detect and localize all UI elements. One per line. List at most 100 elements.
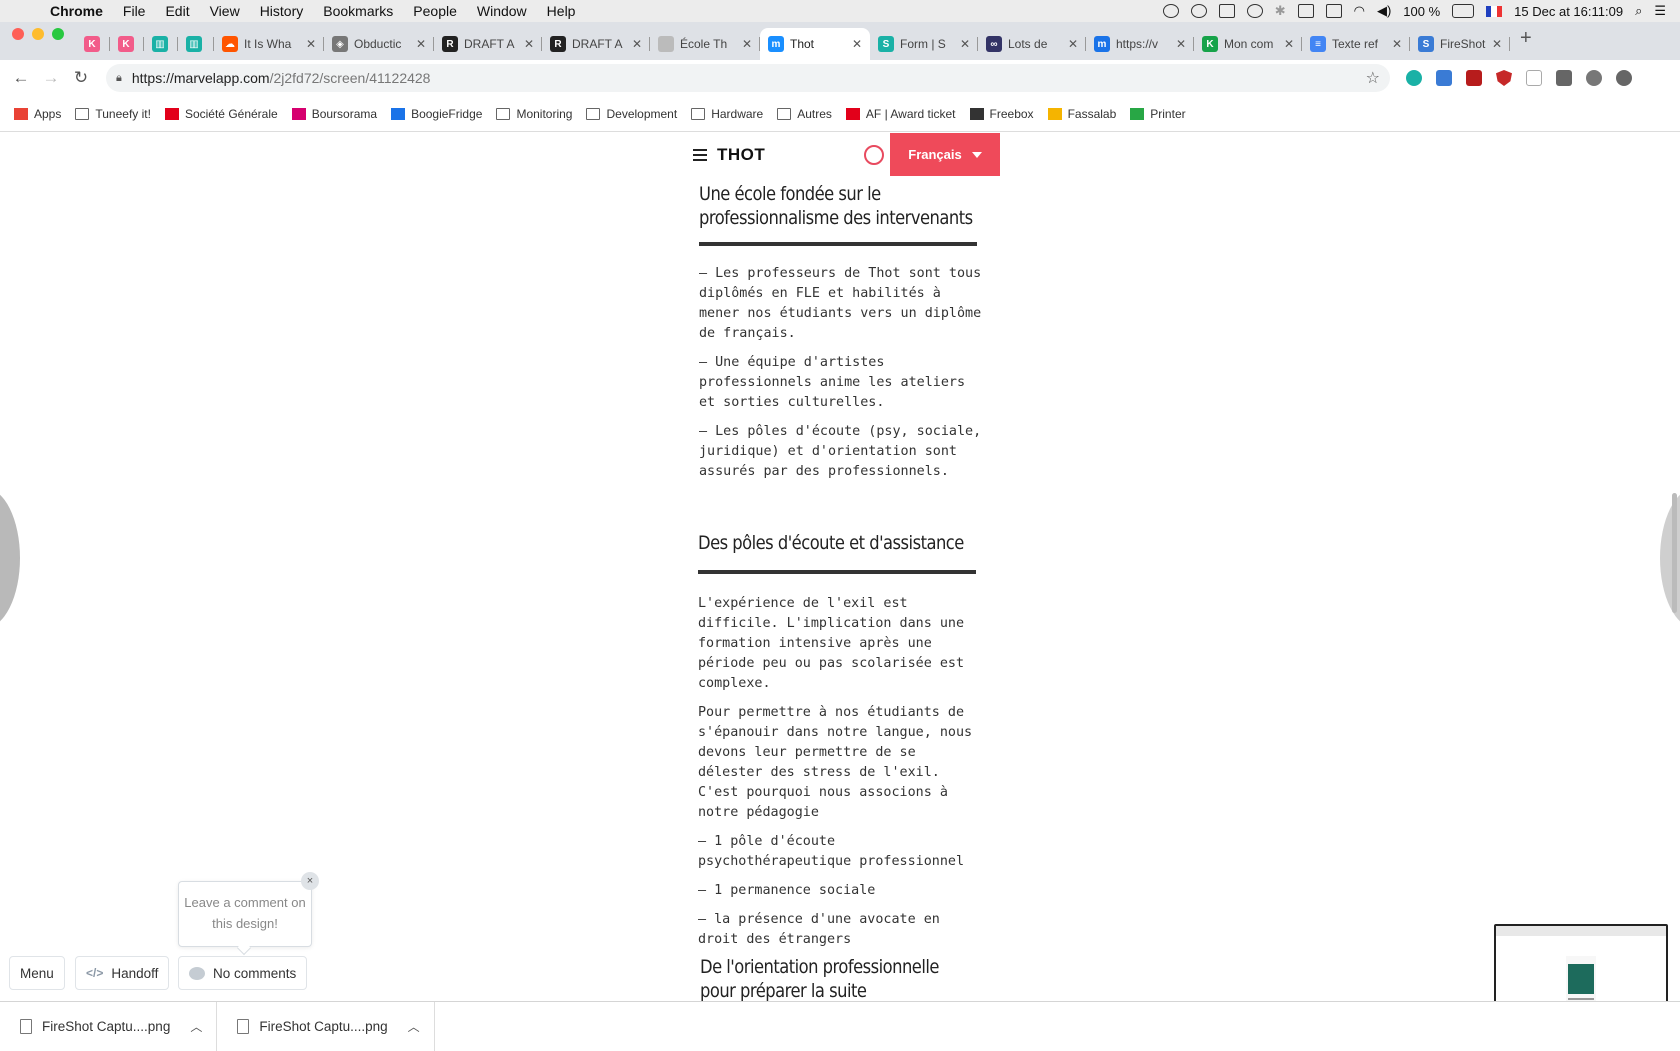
back-arrow-icon[interactable]: ← bbox=[6, 68, 36, 88]
browser-tab[interactable]: École Th ✕ bbox=[650, 28, 760, 60]
bookmark-item[interactable]: Fassalab bbox=[1047, 107, 1116, 121]
extension-s-icon[interactable] bbox=[1556, 70, 1572, 86]
battery-icon[interactable] bbox=[1452, 4, 1475, 18]
time-machine-icon[interactable] bbox=[1246, 4, 1263, 18]
menu-view[interactable]: View bbox=[200, 3, 250, 19]
marvel-menu-button[interactable]: Menu bbox=[9, 956, 65, 990]
clock[interactable]: 15 Dec at 16:11:09 bbox=[1514, 4, 1623, 19]
tab-favicon-icon: ☁ bbox=[222, 36, 238, 52]
language-selector[interactable]: Français bbox=[890, 133, 1000, 176]
browser-tab[interactable]: m Thot ✕ bbox=[760, 28, 870, 60]
close-tooltip-button[interactable]: × bbox=[301, 872, 319, 890]
airplay-icon[interactable] bbox=[1297, 4, 1314, 18]
close-tab-icon[interactable]: ✕ bbox=[1068, 37, 1078, 51]
browser-tab[interactable]: ▥ bbox=[144, 28, 178, 60]
scrollbar-thumb[interactable] bbox=[1672, 493, 1677, 613]
browser-tab[interactable]: ∞ Lots de ✕ bbox=[978, 28, 1086, 60]
bookmark-item[interactable]: Freebox bbox=[969, 107, 1034, 121]
address-bar[interactable]: 🔒︎ https://marvelapp.com/2j2fd72/screen/… bbox=[106, 64, 1390, 92]
zoom-window-button[interactable] bbox=[52, 28, 64, 40]
close-tab-icon[interactable]: ✕ bbox=[416, 37, 426, 51]
extension-badge-icon[interactable] bbox=[1466, 70, 1482, 86]
browser-tab[interactable]: m https://v ✕ bbox=[1086, 28, 1194, 60]
next-screen-handle[interactable] bbox=[1660, 488, 1680, 628]
close-tab-icon[interactable]: ✕ bbox=[742, 37, 752, 51]
close-tab-icon[interactable]: ✕ bbox=[1176, 37, 1186, 51]
minimize-window-button[interactable] bbox=[32, 28, 44, 40]
bookmark-item[interactable]: Monitoring bbox=[496, 107, 572, 121]
french-flag-icon[interactable] bbox=[1486, 5, 1503, 17]
site-logo[interactable]: THOT bbox=[717, 145, 765, 165]
spotlight-icon[interactable]: ⌕ bbox=[1635, 3, 1642, 19]
close-window-button[interactable] bbox=[12, 28, 24, 40]
handoff-button[interactable]: </> Handoff bbox=[75, 956, 170, 990]
close-tab-icon[interactable]: ✕ bbox=[1284, 37, 1294, 51]
browser-tab[interactable]: S FireShot ✕ bbox=[1410, 28, 1510, 60]
status-icon-3[interactable] bbox=[1218, 4, 1235, 18]
chevron-up-icon[interactable]: ︿ bbox=[408, 1018, 420, 1035]
status-icon-1[interactable] bbox=[1162, 4, 1179, 18]
tab-favicon-icon: ▥ bbox=[152, 36, 168, 52]
close-tab-icon[interactable]: ✕ bbox=[1492, 37, 1502, 51]
menu-help[interactable]: Help bbox=[537, 3, 586, 19]
bookmark-item[interactable]: Société Générale bbox=[164, 107, 278, 121]
browser-tab[interactable]: R DRAFT A ✕ bbox=[434, 28, 542, 60]
wifi-icon[interactable]: ◠ bbox=[1354, 3, 1365, 19]
menu-app-name[interactable]: Chrome bbox=[40, 3, 113, 19]
browser-tab[interactable]: ≡ Texte ref ✕ bbox=[1302, 28, 1410, 60]
bookmark-item[interactable]: Boursorama bbox=[291, 107, 377, 121]
bookmark-item[interactable]: AF | Award ticket bbox=[845, 106, 956, 121]
notification-center-icon[interactable]: ☰ bbox=[1654, 3, 1666, 19]
browser-tab[interactable]: K Mon com ✕ bbox=[1194, 28, 1302, 60]
close-tab-icon[interactable]: ✕ bbox=[306, 37, 316, 51]
menu-history[interactable]: History bbox=[250, 3, 314, 19]
bookmark-label: AF | Award ticket bbox=[865, 106, 956, 121]
bookmark-item[interactable]: Development bbox=[586, 107, 677, 121]
bookmark-item[interactable]: Apps bbox=[14, 107, 61, 121]
lock-icon[interactable]: 🔒︎ bbox=[116, 72, 122, 85]
download-item[interactable]: FireShot Captu....png ︿ bbox=[217, 1001, 435, 1051]
hamburger-menu-icon[interactable] bbox=[693, 148, 707, 161]
browser-tab[interactable]: ▥ bbox=[178, 28, 214, 60]
close-tab-icon[interactable]: ✕ bbox=[632, 37, 642, 51]
bookmark-star-icon[interactable]: ☆ bbox=[1366, 68, 1380, 88]
volume-icon[interactable]: ◀) bbox=[1377, 3, 1391, 19]
profile-avatar-icon[interactable] bbox=[1586, 70, 1602, 86]
marvel-extension-icon[interactable] bbox=[1406, 70, 1422, 86]
chevron-up-icon[interactable]: ︿ bbox=[190, 1018, 202, 1035]
bookmark-item[interactable]: Printer bbox=[1130, 107, 1186, 121]
json-extension-icon[interactable] bbox=[1526, 70, 1542, 86]
reload-icon[interactable]: ↻ bbox=[66, 68, 96, 88]
menu-bookmarks[interactable]: Bookmarks bbox=[313, 3, 403, 19]
browser-tab[interactable]: K bbox=[76, 28, 110, 60]
forward-arrow-icon[interactable]: → bbox=[36, 68, 66, 88]
close-tab-icon[interactable]: ✕ bbox=[960, 37, 970, 51]
menu-edit[interactable]: Edit bbox=[155, 3, 199, 19]
keyboard-icon[interactable] bbox=[1325, 4, 1342, 18]
menu-file[interactable]: File bbox=[113, 3, 156, 19]
menu-people[interactable]: People bbox=[403, 3, 467, 19]
bookmark-item[interactable]: Hardware bbox=[691, 107, 763, 121]
close-tab-icon[interactable]: ✕ bbox=[524, 37, 534, 51]
close-tab-icon[interactable]: ✕ bbox=[1392, 37, 1402, 51]
shield-extension-icon[interactable] bbox=[1496, 70, 1512, 86]
browser-tab[interactable]: K bbox=[110, 28, 144, 60]
fireshot-extension-icon[interactable] bbox=[1436, 70, 1452, 86]
prev-screen-handle[interactable] bbox=[0, 488, 20, 628]
globe-icon[interactable] bbox=[864, 144, 884, 165]
bookmark-item[interactable]: BoogieFridge bbox=[391, 107, 482, 121]
bookmark-item[interactable]: Tuneefy it! bbox=[75, 107, 151, 121]
status-icon-2[interactable] bbox=[1190, 4, 1207, 18]
browser-tab[interactable]: ◈ Obductic ✕ bbox=[324, 28, 434, 60]
browser-tab[interactable]: S Form | S ✕ bbox=[870, 28, 978, 60]
update-icon[interactable] bbox=[1616, 70, 1632, 86]
browser-tab[interactable]: R DRAFT A ✕ bbox=[542, 28, 650, 60]
bluetooth-icon[interactable]: ✱ bbox=[1275, 3, 1286, 19]
menu-window[interactable]: Window bbox=[467, 3, 537, 19]
new-tab-button[interactable]: + bbox=[1510, 27, 1542, 56]
bookmark-item[interactable]: Autres bbox=[777, 107, 832, 121]
download-item[interactable]: FireShot Captu....png ︿ bbox=[0, 1001, 218, 1051]
comments-button[interactable]: No comments bbox=[178, 956, 308, 990]
browser-tab[interactable]: ☁ It Is Wha ✕ bbox=[214, 28, 324, 60]
close-tab-icon[interactable]: ✕ bbox=[852, 37, 862, 51]
